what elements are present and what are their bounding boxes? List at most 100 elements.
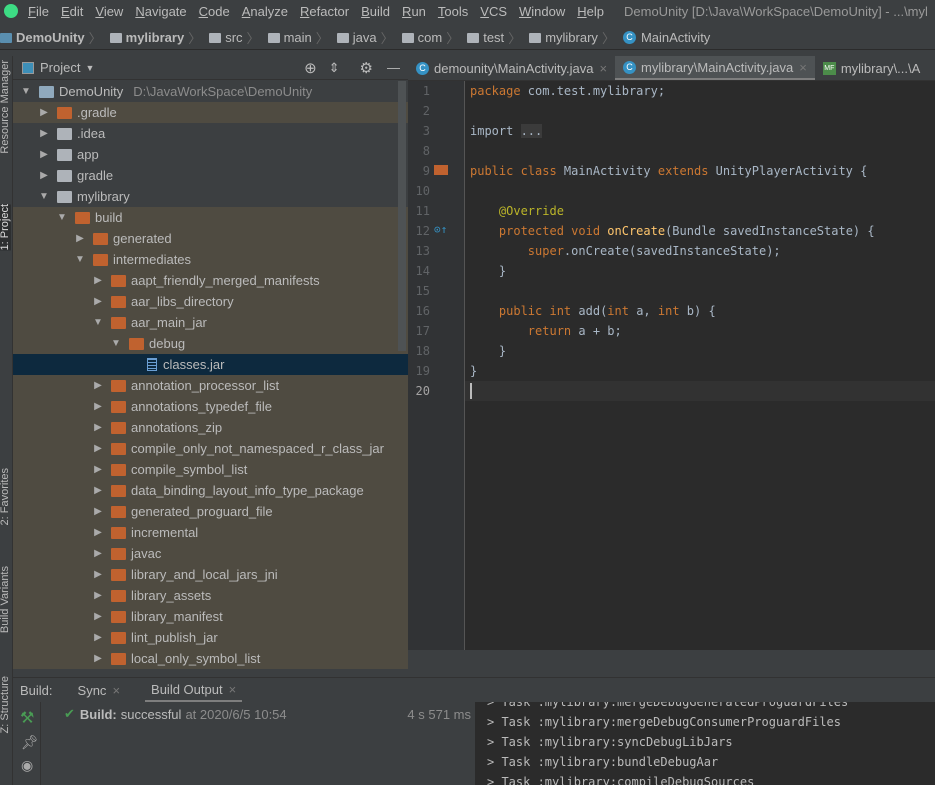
breadcrumb-item[interactable]: mylibrary 〉 xyxy=(109,28,206,47)
menu-refactor[interactable]: Refactor xyxy=(300,4,349,19)
code-line[interactable]: @Override xyxy=(470,201,564,221)
tree-item[interactable]: ▶ lint_publish_jar xyxy=(13,627,408,648)
chevron-right-icon[interactable]: ▶ xyxy=(37,149,51,160)
breadcrumb-item[interactable]: com 〉 xyxy=(401,28,464,47)
tree-item[interactable]: ▼ mylibrary xyxy=(13,186,408,207)
chevron-right-icon[interactable]: ▶ xyxy=(91,380,105,391)
breadcrumb-item[interactable]: test 〉 xyxy=(467,28,525,47)
tree-item[interactable]: ▶ compile_only_not_namespaced_r_class_jar xyxy=(13,438,408,459)
menu-edit[interactable]: Edit xyxy=(61,4,83,19)
code-line[interactable]: package com.test.mylibrary; xyxy=(470,81,665,101)
structure-tab[interactable]: Z: Structure xyxy=(0,676,11,733)
chevron-right-icon[interactable]: ▶ xyxy=(37,107,51,118)
chevron-right-icon[interactable]: ▶ xyxy=(91,611,105,622)
tree-item[interactable]: ▼ intermediates xyxy=(13,249,408,270)
breadcrumb-item[interactable]: src 〉 xyxy=(209,28,263,47)
pin-icon[interactable]: 📌︎ xyxy=(21,734,40,751)
chevron-down-icon[interactable]: ▼ xyxy=(109,338,123,349)
locate-icon[interactable]: ⊕ xyxy=(304,59,317,77)
menu-build[interactable]: Build xyxy=(361,4,390,19)
tree-item[interactable]: ▶ .idea xyxy=(13,123,408,144)
tree-item[interactable]: ▼ aar_main_jar xyxy=(13,312,408,333)
chevron-right-icon[interactable]: ▶ xyxy=(91,590,105,601)
chevron-right-icon[interactable]: ▶ xyxy=(91,443,105,454)
tree-item[interactable]: ▶ data_binding_layout_info_type_package xyxy=(13,480,408,501)
tree-item[interactable]: ▶ generated_proguard_file xyxy=(13,501,408,522)
close-icon[interactable]: × xyxy=(599,61,607,76)
chevron-down-icon[interactable]: ▼ xyxy=(91,317,105,328)
tree-item[interactable]: ▶ local_only_symbol_list xyxy=(13,648,408,669)
tree-item[interactable]: ▶ library_manifest xyxy=(13,606,408,627)
tree-item[interactable]: ▶ incremental xyxy=(13,522,408,543)
tree-item[interactable]: ▼ debug xyxy=(13,333,408,354)
close-icon[interactable]: × xyxy=(112,683,120,698)
editor-tab[interactable]: MF mylibrary\...\A xyxy=(815,56,928,80)
chevron-down-icon[interactable]: ▼ xyxy=(19,86,33,97)
chevron-down-icon[interactable]: ▼ xyxy=(73,254,87,265)
chevron-right-icon[interactable]: ▶ xyxy=(37,170,51,181)
tree-item[interactable]: ▶ library_and_local_jars_jni xyxy=(13,564,408,585)
chevron-right-icon[interactable]: ▶ xyxy=(91,464,105,475)
override-method-icon[interactable]: ⊙↑ xyxy=(434,223,447,236)
chevron-right-icon[interactable]: ▶ xyxy=(91,653,105,664)
tree-item[interactable]: ▶ aapt_friendly_merged_manifests xyxy=(13,270,408,291)
code-editor[interactable]: ⊙↑ 1 2 3 8 9 10 11 12 13 14 15 16 17 18 19 20 package c… xyxy=(408,81,935,650)
chevron-down-icon[interactable]: ▼ xyxy=(55,212,69,223)
tree-item[interactable]: ▶ annotations_typedef_file xyxy=(13,396,408,417)
menu-view[interactable]: View xyxy=(95,4,123,19)
tree-item[interactable]: ▶ .gradle xyxy=(13,102,408,123)
menu-vcs[interactable]: VCS xyxy=(480,4,507,19)
editor-tab[interactable]: Cmylibrary\MainActivity.java × xyxy=(615,56,815,80)
code-line[interactable]: public class MainActivity extends UnityP… xyxy=(470,161,867,181)
tree-item[interactable]: ▶ aar_libs_directory xyxy=(13,291,408,312)
menu-window[interactable]: Window xyxy=(519,4,565,19)
tree-item[interactable]: ▶ annotation_processor_list xyxy=(13,375,408,396)
tree-item[interactable]: ▶ annotations_zip xyxy=(13,417,408,438)
breadcrumb-item[interactable]: main 〉 xyxy=(267,28,333,47)
tree-item[interactable]: ▶ library_assets xyxy=(13,585,408,606)
tab-build-output[interactable]: Build Output × xyxy=(145,678,243,703)
menu-analyze[interactable]: Analyze xyxy=(242,4,288,19)
chevron-right-icon[interactable]: ▶ xyxy=(91,401,105,412)
code-line[interactable]: protected void onCreate(Bundle savedInst… xyxy=(470,221,875,241)
code-line[interactable]: return a + b; xyxy=(470,321,622,341)
chevron-down-icon[interactable]: ▼ xyxy=(37,191,51,202)
chevron-right-icon[interactable]: ▶ xyxy=(91,527,105,538)
build-result-row[interactable]: ✔ Build: successful at 2020/6/5 10:54 4 … xyxy=(42,702,475,726)
tree-scrollbar[interactable] xyxy=(398,81,406,351)
code-line[interactable]: super.onCreate(savedInstanceState); xyxy=(470,241,781,261)
breadcrumb-item[interactable]: C MainActivity xyxy=(622,30,710,45)
resource-manager-tab[interactable]: Resource Manager xyxy=(0,60,11,154)
chevron-right-icon[interactable]: ▶ xyxy=(91,275,105,286)
menu-file[interactable]: File xyxy=(28,4,49,19)
gear-icon[interactable]: ⚙ xyxy=(360,59,373,77)
project-view-selector[interactable]: Project xyxy=(40,60,80,75)
tree-item[interactable]: classes.jar xyxy=(13,354,408,375)
hide-icon[interactable]: — xyxy=(387,60,400,75)
tree-item[interactable]: ▶ gradle xyxy=(13,165,408,186)
tree-item[interactable]: ▶ javac xyxy=(13,543,408,564)
chevron-right-icon[interactable]: ▶ xyxy=(91,422,105,433)
chevron-right-icon[interactable]: ▶ xyxy=(91,548,105,559)
menu-tools[interactable]: Tools xyxy=(438,4,468,19)
chevron-right-icon[interactable]: ▶ xyxy=(91,296,105,307)
build-variants-tab[interactable]: Build Variants xyxy=(0,566,11,633)
code-line[interactable]: } xyxy=(470,341,506,361)
chevron-down-icon[interactable]: ▼ xyxy=(85,63,94,73)
editor-tab[interactable]: Cdemounity\MainActivity.java × xyxy=(408,56,615,80)
menu-run[interactable]: Run xyxy=(402,4,426,19)
code-line[interactable]: public int add(int a, int b) { xyxy=(470,301,716,321)
code-line[interactable]: } xyxy=(470,261,506,281)
close-icon[interactable]: × xyxy=(229,682,237,697)
chevron-right-icon[interactable]: ▶ xyxy=(91,632,105,643)
breadcrumb-item[interactable]: mylibrary 〉 xyxy=(529,28,619,47)
close-icon[interactable]: × xyxy=(799,60,807,75)
tree-item[interactable]: ▼ DemoUnity D:\JavaWorkSpace\DemoUnity xyxy=(13,81,408,102)
chevron-right-icon[interactable]: ▶ xyxy=(91,506,105,517)
project-tool-tab[interactable]: 1: Project xyxy=(0,204,11,251)
hammer-icon[interactable]: ⚒ xyxy=(20,708,40,728)
tab-sync[interactable]: Sync × xyxy=(78,683,121,698)
menu-code[interactable]: Code xyxy=(199,4,230,19)
tree-item[interactable]: ▶ app xyxy=(13,144,408,165)
code-line[interactable]: import ... xyxy=(470,121,543,141)
